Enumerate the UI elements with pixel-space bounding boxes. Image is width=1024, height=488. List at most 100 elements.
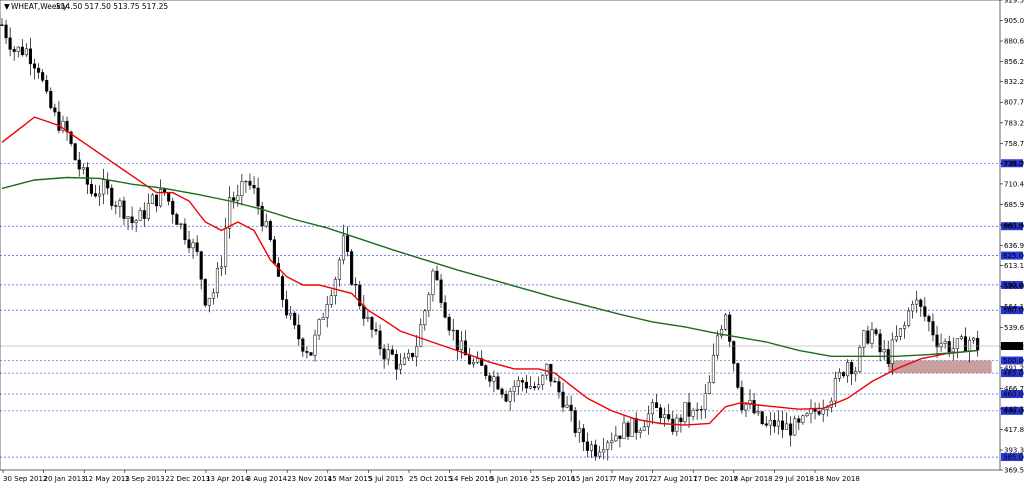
candle-body[interactable] <box>447 316 451 331</box>
candle-body[interactable] <box>927 316 931 322</box>
candle-body[interactable] <box>955 338 959 349</box>
candle-body[interactable] <box>28 48 33 65</box>
candle-body[interactable] <box>467 354 472 365</box>
candle-body[interactable] <box>106 179 110 189</box>
candle-body[interactable] <box>573 410 577 433</box>
candle-body[interactable] <box>602 449 606 453</box>
candle-body[interactable] <box>703 393 707 410</box>
candle-body[interactable] <box>118 200 122 207</box>
candle-body[interactable] <box>789 423 793 436</box>
candle-body[interactable] <box>508 391 512 402</box>
candle-body[interactable] <box>878 333 882 353</box>
candle-body[interactable] <box>943 341 947 344</box>
candle-body[interactable] <box>764 423 768 426</box>
candle-body[interactable] <box>93 193 98 197</box>
candle-body[interactable] <box>484 365 488 376</box>
candle-body[interactable] <box>569 404 573 411</box>
candle-body[interactable] <box>158 189 163 207</box>
candle-body[interactable] <box>728 314 732 342</box>
candle-body[interactable] <box>711 354 715 383</box>
candle-body[interactable] <box>57 111 61 131</box>
candle-body[interactable] <box>142 210 146 219</box>
candle-body[interactable] <box>130 216 134 224</box>
candle-body[interactable] <box>402 357 407 365</box>
candle-body[interactable] <box>280 276 285 300</box>
candle-body[interactable] <box>146 203 150 219</box>
candle-body[interactable] <box>435 270 439 281</box>
candle-body[interactable] <box>740 387 744 411</box>
candle-body[interactable] <box>959 336 963 339</box>
candle-body[interactable] <box>894 336 898 341</box>
candle-body[interactable] <box>293 312 297 326</box>
candle-body[interactable] <box>683 402 687 423</box>
candle-body[interactable] <box>614 435 618 442</box>
candle-body[interactable] <box>496 376 500 390</box>
candle-body[interactable] <box>756 411 760 414</box>
candle-body[interactable] <box>963 336 968 352</box>
price-chart[interactable]: 735.00660.00625.00590.00560.00500.00485.… <box>0 0 1024 488</box>
candle-body[interactable] <box>528 386 533 389</box>
candle-body[interactable] <box>8 37 12 50</box>
candle-body[interactable] <box>911 303 915 312</box>
candle-body[interactable] <box>77 159 81 170</box>
candle-body[interactable] <box>366 317 370 319</box>
candle-body[interactable] <box>650 402 654 415</box>
candle-body[interactable] <box>874 329 878 335</box>
candle-body[interactable] <box>219 266 224 269</box>
candle-body[interactable] <box>687 402 691 417</box>
candle-body[interactable] <box>305 351 309 353</box>
candle-body[interactable] <box>785 423 789 430</box>
candle-body[interactable] <box>317 319 321 336</box>
candle-body[interactable] <box>289 312 293 316</box>
candle-body[interactable] <box>553 381 557 383</box>
candle-body[interactable] <box>337 259 341 280</box>
demand-zone-box[interactable] <box>888 360 992 374</box>
candle-body[interactable] <box>870 329 874 344</box>
candle-body[interactable] <box>167 192 171 202</box>
candle-body[interactable] <box>134 220 138 224</box>
candle-body[interactable] <box>191 242 195 249</box>
candle-body[interactable] <box>805 413 809 416</box>
candle-body[interactable] <box>593 444 598 457</box>
candle-body[interactable] <box>841 372 846 377</box>
candle-body[interactable] <box>659 407 663 418</box>
candle-body[interactable] <box>179 223 183 225</box>
candle-body[interactable] <box>699 408 703 411</box>
candle-body[interactable] <box>455 329 459 351</box>
candle-body[interactable] <box>41 72 45 81</box>
candle-body[interactable] <box>175 214 179 225</box>
candle-body[interactable] <box>472 362 476 365</box>
candle-body[interactable] <box>256 187 260 207</box>
candle-body[interactable] <box>150 194 154 204</box>
candle-body[interactable] <box>638 430 642 433</box>
candle-body[interactable] <box>972 337 976 341</box>
candle-body[interactable] <box>236 195 240 201</box>
candle-body[interactable] <box>85 167 89 185</box>
candle-body[interactable] <box>53 107 57 113</box>
candle-body[interactable] <box>520 380 524 383</box>
candle-body[interactable] <box>772 419 776 427</box>
candle-body[interactable] <box>451 329 455 332</box>
candle-body[interactable] <box>386 349 390 360</box>
candle-body[interactable] <box>73 143 77 161</box>
candle-body[interactable] <box>589 444 594 451</box>
candle-body[interactable] <box>20 46 24 56</box>
candle-body[interactable] <box>232 197 236 201</box>
candle-body[interactable] <box>398 363 402 370</box>
candle-body[interactable] <box>321 317 325 320</box>
candle-body[interactable] <box>947 341 951 353</box>
candle-body[interactable] <box>671 418 675 432</box>
candle-body[interactable] <box>923 306 927 317</box>
candle-body[interactable] <box>610 440 614 444</box>
candle-body[interactable] <box>898 328 902 337</box>
candle-body[interactable] <box>667 414 671 420</box>
candle-body[interactable] <box>524 381 528 389</box>
candle-body[interactable] <box>45 80 49 92</box>
candle-body[interactable] <box>663 414 667 418</box>
candle-body[interactable] <box>138 210 142 221</box>
header-arrow-icon[interactable]: ▼ <box>4 2 10 11</box>
candle-body[interactable] <box>415 346 419 358</box>
candle-body[interactable] <box>394 354 398 370</box>
candle-body[interactable] <box>252 185 256 189</box>
candle-body[interactable] <box>915 299 919 305</box>
